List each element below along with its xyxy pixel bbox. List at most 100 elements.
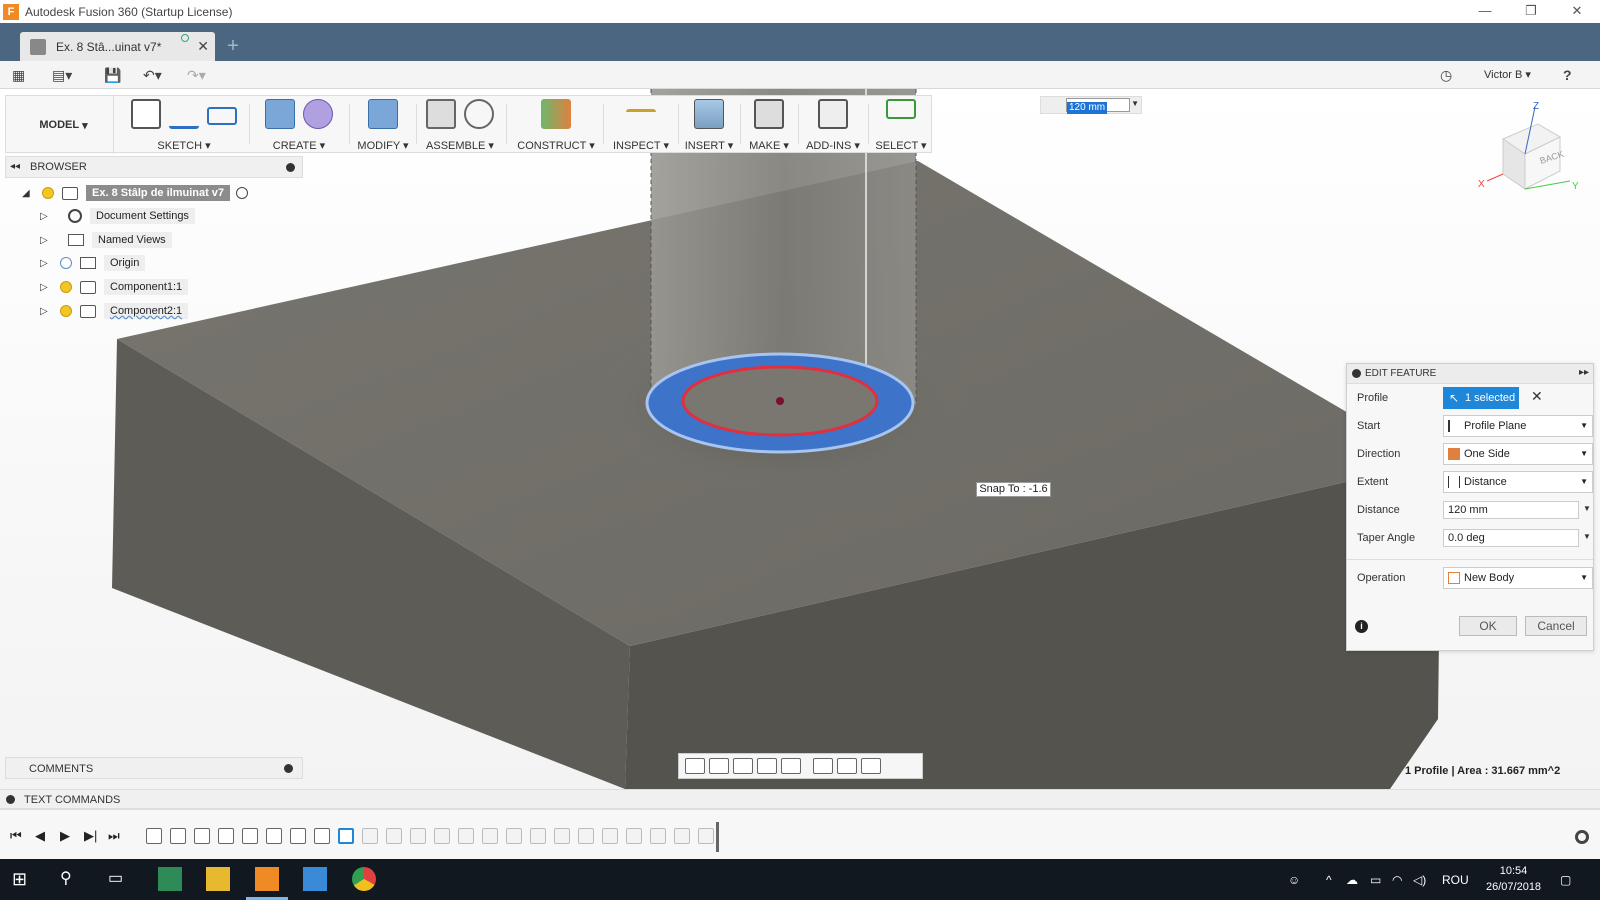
rectangle-sketch-icon[interactable]	[207, 107, 237, 125]
wifi-icon[interactable]: ◠	[1392, 873, 1402, 887]
job-status-clock-icon[interactable]: ◷	[1440, 65, 1452, 85]
task-view-icon[interactable]: ▭	[108, 867, 132, 891]
language-indicator[interactable]: ROU	[1442, 873, 1469, 887]
timeline-marker[interactable]	[716, 822, 719, 852]
visibility-bulb-icon[interactable]	[60, 281, 72, 293]
timeline-feature-step[interactable]	[626, 828, 642, 844]
construct-group[interactable]: CONSTRUCT ▾	[511, 96, 601, 154]
assemble-group[interactable]: ASSEMBLE ▾	[419, 96, 501, 154]
create-sketch-icon[interactable]	[131, 99, 161, 129]
browser-root-item[interactable]: ◢ Ex. 8 Stâlp de ilmuinat v7	[22, 183, 249, 203]
create-group[interactable]: CREATE ▾	[254, 96, 344, 154]
3d-print-icon[interactable]	[754, 99, 784, 129]
form-icon[interactable]	[303, 99, 333, 129]
timeline-feature-step[interactable]	[482, 828, 498, 844]
timeline-feature-step[interactable]	[194, 828, 210, 844]
pan-icon[interactable]	[733, 758, 753, 774]
timeline-feature-step[interactable]	[386, 828, 402, 844]
orbit-icon[interactable]	[685, 758, 705, 774]
info-icon[interactable]: i	[1355, 620, 1368, 633]
restore-button[interactable]: ❐	[1508, 0, 1554, 23]
expand-triangle-icon[interactable]: ▷	[40, 306, 50, 317]
timeline-feature-step[interactable]	[290, 828, 306, 844]
text-commands-bar[interactable]: TEXT COMMANDS	[0, 789, 1600, 809]
workspace-switcher[interactable]: MODEL ▾	[14, 96, 114, 154]
ok-button[interactable]: OK	[1459, 616, 1517, 636]
chrome-icon[interactable]	[352, 867, 376, 891]
browser-pin-icon[interactable]	[286, 163, 295, 172]
timeline-feature-step[interactable]	[530, 828, 546, 844]
add-comment-icon[interactable]	[284, 764, 293, 773]
timeline-feature-step[interactable]	[434, 828, 450, 844]
direction-dropdown[interactable]: One Side ▼	[1443, 443, 1593, 465]
timeline-feature-step[interactable]	[146, 828, 162, 844]
add-ins-group[interactable]: ADD-INS ▾	[801, 96, 865, 154]
distance-input[interactable]: 120 mm	[1443, 501, 1579, 519]
visibility-bulb-icon[interactable]	[60, 257, 72, 269]
undo-icon[interactable]: ↶▾	[143, 65, 162, 85]
scripts-addins-icon[interactable]	[818, 99, 848, 129]
make-group[interactable]: MAKE ▾	[743, 96, 795, 154]
dialog-collapse-icon[interactable]	[1352, 369, 1361, 378]
taskbar-clock[interactable]: 10:54 26/07/2018	[1486, 863, 1541, 895]
new-component-icon[interactable]	[426, 99, 456, 129]
line-sketch-icon[interactable]	[169, 99, 199, 129]
viewcube[interactable]: BACK X Y Z	[1478, 99, 1588, 199]
display-settings-icon[interactable]	[813, 758, 833, 774]
browser-item-component2[interactable]: ▷ Component2:1	[40, 301, 189, 321]
extent-dropdown[interactable]: Distance ▼	[1443, 471, 1593, 493]
expand-triangle-icon[interactable]: ▷	[40, 282, 50, 293]
select-group[interactable]: SELECT ▾	[871, 96, 931, 154]
tray-chevron-icon[interactable]: ^	[1326, 873, 1332, 887]
3d-viewport[interactable]: MODEL ▾ SKETCH ▾ CREATE ▾ MODIFY ▾ ASSEM…	[0, 89, 1600, 789]
fusion-360-taskbar-icon[interactable]	[255, 867, 279, 891]
distance-manipulator-input[interactable]: 120 mm ▼	[1040, 96, 1142, 114]
browser-item-document-settings[interactable]: ▷ Document Settings	[40, 206, 195, 226]
go-to-start-icon[interactable]: ⏮	[10, 828, 22, 844]
taper-angle-input[interactable]: 0.0 deg	[1443, 529, 1579, 547]
tab-close-button[interactable]: ✕	[197, 38, 209, 55]
chevron-down-icon[interactable]: ▼	[1583, 504, 1591, 513]
insert-image-icon[interactable]	[694, 99, 724, 129]
timeline-feature-step[interactable]	[698, 828, 714, 844]
people-icon[interactable]: ☺	[1288, 873, 1300, 887]
timeline-feature-step[interactable]	[554, 828, 570, 844]
save-icon[interactable]: 💾	[104, 65, 121, 85]
browser-panel-header[interactable]: ◂◂ BROWSER	[5, 156, 303, 178]
help-icon[interactable]: ?	[1563, 65, 1572, 85]
zoom-icon[interactable]	[757, 758, 777, 774]
timeline-feature-step[interactable]	[362, 828, 378, 844]
gear-icon[interactable]	[1575, 830, 1589, 844]
text-commands-toggle-icon[interactable]	[6, 795, 15, 804]
chevron-down-icon[interactable]: ▼	[1131, 99, 1139, 108]
insert-group[interactable]: INSERT ▾	[681, 96, 737, 154]
expand-triangle-icon[interactable]: ▷	[40, 211, 50, 222]
operation-dropdown[interactable]: New Body ▼	[1443, 567, 1593, 589]
close-window-button[interactable]: ✕	[1554, 0, 1600, 23]
select-box-icon[interactable]	[886, 99, 916, 119]
browser-item-component1[interactable]: ▷ Component1:1	[40, 277, 189, 297]
start-dropdown[interactable]: Profile Plane ▼	[1443, 415, 1593, 437]
visibility-bulb-icon[interactable]	[42, 187, 54, 199]
extrude-icon[interactable]	[265, 99, 295, 129]
battery-icon[interactable]: ▭	[1370, 873, 1381, 887]
press-pull-icon[interactable]	[368, 99, 398, 129]
chevron-down-icon[interactable]: ▼	[1583, 532, 1591, 541]
expand-triangle-icon[interactable]: ▷	[40, 258, 50, 269]
browser-item-origin[interactable]: ▷ Origin	[40, 253, 146, 273]
cancel-button[interactable]: Cancel	[1525, 616, 1587, 636]
step-forward-icon[interactable]: ▶|	[84, 828, 97, 844]
file-explorer-icon[interactable]	[206, 867, 230, 891]
windows-start-icon[interactable]: ⊞	[12, 867, 36, 891]
timeline-feature-step[interactable]	[218, 828, 234, 844]
timeline-feature-step[interactable]	[338, 828, 354, 844]
app-s-icon[interactable]	[158, 867, 182, 891]
timeline-feature-step[interactable]	[410, 828, 426, 844]
collapse-triangle-icon[interactable]: ◢	[22, 188, 32, 199]
distance-field[interactable]: 120 mm	[1066, 98, 1130, 114]
search-icon[interactable]: ⚲	[60, 867, 84, 891]
volume-icon[interactable]: ◁)	[1413, 873, 1426, 887]
timeline-feature-step[interactable]	[650, 828, 666, 844]
expand-triangle-icon[interactable]: ▷	[40, 235, 50, 246]
user-menu[interactable]: Victor B ▾	[1484, 68, 1531, 81]
